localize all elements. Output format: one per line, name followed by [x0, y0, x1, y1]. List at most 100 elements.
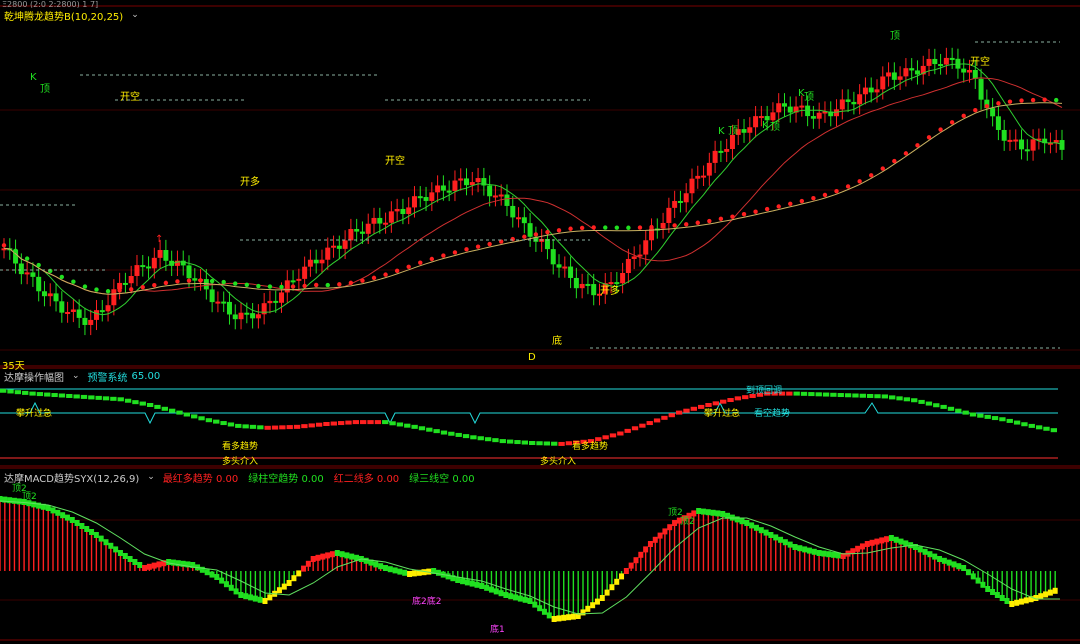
mid-bar: [139, 401, 146, 406]
candle: [614, 282, 620, 285]
candle: [972, 69, 978, 79]
candle: [1053, 140, 1059, 143]
chevron-down-icon[interactable]: ⌄: [131, 10, 139, 20]
mid-annotation: 攀升过急: [16, 407, 52, 419]
macd-dot: [291, 575, 297, 582]
trend-bead: [383, 272, 388, 277]
mid-bar: [132, 400, 139, 405]
trend-bead: [730, 214, 735, 219]
macd-dot: [1014, 599, 1020, 606]
macd-dot: [281, 583, 287, 590]
mid-bar: [102, 396, 110, 401]
trend-bead: [579, 225, 585, 231]
macd-dot: [720, 511, 726, 517]
mid-bar: [1013, 420, 1021, 425]
mid-bar: [462, 434, 470, 439]
mid-bar: [1050, 428, 1057, 433]
trend-bead: [163, 280, 169, 286]
mid-bar: [396, 422, 404, 427]
macd-dot: [238, 592, 244, 598]
mid-bar: [470, 435, 477, 440]
mid-bar: [925, 401, 933, 406]
mid-bar: [866, 393, 874, 398]
trend-bead: [175, 279, 180, 284]
macd-dot: [859, 543, 865, 550]
candle: [70, 309, 76, 312]
macd-dot: [411, 570, 417, 577]
macd-dot: [1052, 587, 1058, 594]
candle: [487, 185, 493, 197]
candle: [845, 99, 851, 102]
mid-bar: [271, 425, 279, 430]
trend-bead: [614, 225, 620, 230]
macd-dot: [700, 508, 706, 515]
candle: [354, 229, 360, 232]
main-indicator-header[interactable]: 乾坤腾龙趋势B(10,20,25) ⌄: [4, 8, 139, 23]
macd-dot: [985, 586, 991, 592]
candle: [302, 266, 308, 279]
candle: [949, 57, 955, 60]
candle: [810, 116, 816, 119]
mid-bar: [999, 417, 1006, 422]
trend-bead: [313, 282, 319, 288]
trend-bead: [348, 280, 354, 286]
macd-annotation: 顶2: [22, 491, 37, 502]
candle: [250, 313, 256, 319]
macd-dot: [320, 553, 326, 560]
macd-dot: [407, 571, 413, 577]
mid-bar: [595, 437, 602, 442]
candle: [498, 194, 504, 197]
mid-bar: [124, 398, 132, 403]
macd-dot: [792, 544, 798, 550]
chart-canvas: K顶开空开多开空开多底DK 顶K 顶K 顶顶开空↑攀升过急看多趋势多头介入看多趋势多头…: [0, 5, 1080, 641]
mid-bar: [352, 420, 360, 425]
mid-bar: [36, 392, 44, 397]
macd-dot: [402, 569, 408, 576]
macd-dot: [638, 551, 644, 558]
trend-bead: [48, 268, 53, 274]
macd-dot: [647, 541, 653, 547]
mid-annotation: 多头介入: [222, 455, 258, 467]
candle: [868, 87, 874, 93]
macd-dot: [387, 566, 393, 573]
chevron-down-icon[interactable]: ⌄: [72, 371, 80, 381]
macd-dot: [474, 581, 480, 588]
trend-bead: [741, 211, 747, 217]
macd-dot: [961, 565, 967, 571]
mid-bar: [734, 396, 742, 401]
macd-dot: [797, 545, 803, 552]
macd-dot: [590, 602, 596, 609]
mid-bar: [242, 424, 249, 429]
signal-marker: 顶: [770, 121, 780, 133]
mid-bar: [911, 398, 918, 403]
trend-bead: [788, 201, 793, 206]
mid-bar: [631, 426, 639, 431]
candle: [146, 266, 152, 269]
signal-marker: ↑: [155, 234, 163, 245]
mid-bar: [213, 419, 220, 424]
mid-bar: [800, 391, 808, 396]
mid-annotation: 看多趋势: [222, 440, 258, 452]
macd-dot: [821, 550, 827, 557]
macd-dot: [517, 595, 523, 602]
signal-marker: 顶: [804, 91, 814, 103]
candle: [452, 180, 458, 191]
mid-bar: [705, 403, 712, 407]
macd-dot: [248, 594, 254, 601]
trend-bead: [429, 256, 435, 262]
macd-dot: [108, 542, 114, 549]
mid-bar: [521, 440, 528, 445]
macd-dot: [609, 584, 615, 591]
trend-bead: [371, 275, 377, 281]
candle: [122, 282, 128, 285]
trend-bead: [337, 282, 342, 287]
chevron-down-icon[interactable]: ⌄: [147, 472, 155, 482]
mid-bar: [191, 414, 198, 419]
bottom-panel-header[interactable]: 达摩MACD趋势SYX(12,26,9) ⌄ 最红多趋势 0.00 绿柱空趋势 0…: [4, 470, 475, 485]
mid-annotation: 看多趋势: [572, 440, 608, 452]
candle: [689, 178, 695, 194]
mid-panel-header[interactable]: 达摩操作幅图 ⌄ 预警系统 65.00: [4, 369, 160, 384]
candle: [458, 178, 464, 181]
macd-dot: [1023, 597, 1029, 604]
candle: [510, 205, 516, 218]
